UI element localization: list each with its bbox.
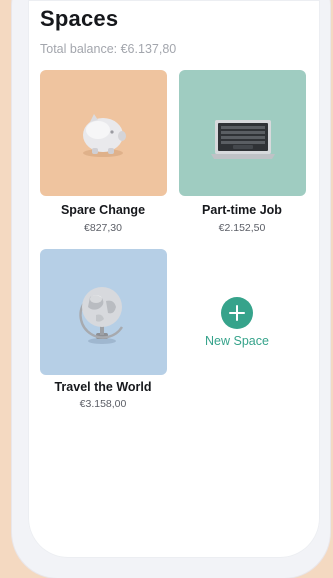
page-title: Spaces (40, 6, 119, 31)
space-name: Part-time Job (202, 203, 282, 217)
new-space-button[interactable] (221, 297, 253, 329)
globe-icon (79, 287, 124, 344)
space-name: Travel the World (54, 380, 152, 394)
space-amount: €2.152,50 (218, 222, 266, 234)
piggy-bank-icon (83, 114, 126, 157)
space-name: Spare Change (60, 203, 146, 217)
total-balance: Total balance: €6.137,80 (40, 42, 177, 56)
space-card-travel-the-world[interactable] (40, 249, 167, 375)
space-amount: €3.158,00 (79, 398, 127, 410)
space-card-spare-change[interactable] (40, 70, 167, 196)
space-amount: €827,30 (84, 222, 122, 234)
laptop-icon (211, 120, 275, 159)
space-card-part-time-job[interactable] (179, 70, 306, 196)
new-space-label[interactable]: New Space (187, 334, 287, 348)
